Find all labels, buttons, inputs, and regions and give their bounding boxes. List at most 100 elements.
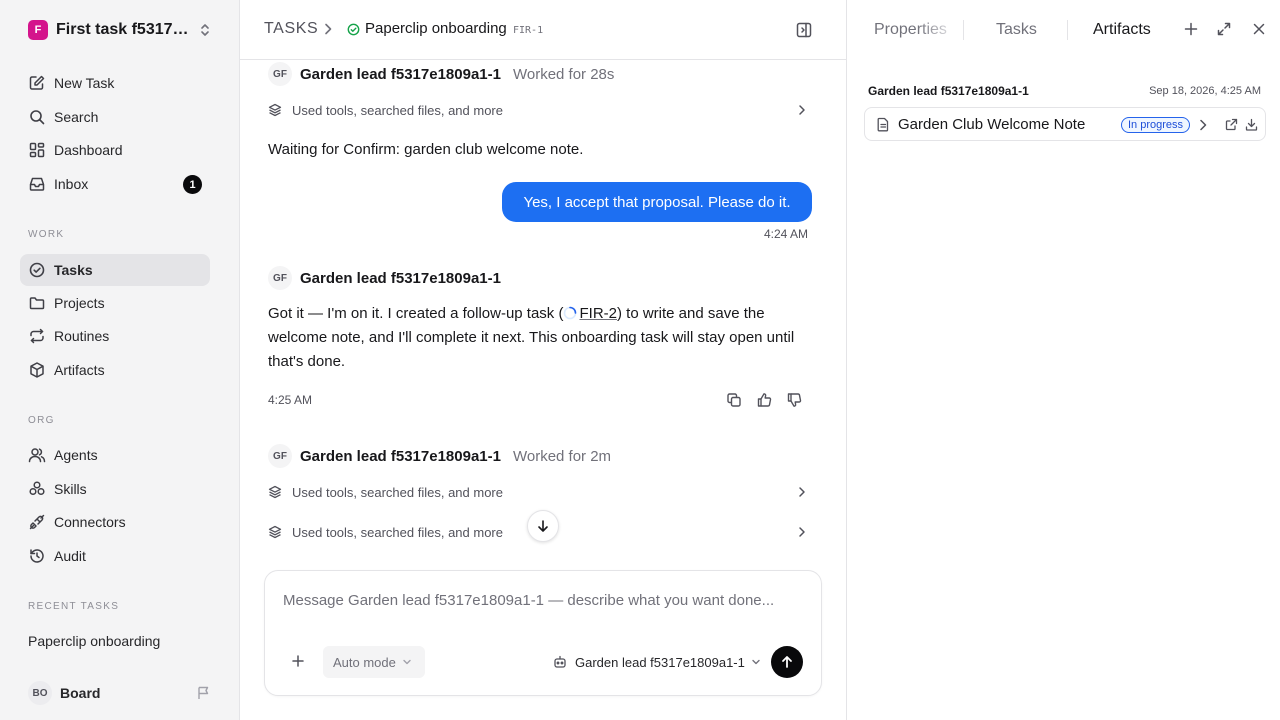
- nav-label: Artifacts: [54, 362, 105, 378]
- document-icon: [876, 117, 890, 132]
- nav-label: Audit: [54, 548, 86, 564]
- message-header: GF Garden lead f5317e1809a1-1: [268, 266, 812, 290]
- download-icon[interactable]: [1245, 118, 1258, 131]
- nav-new-task[interactable]: New Task: [20, 67, 210, 99]
- user-menu[interactable]: BO Board: [28, 681, 216, 705]
- user-name: Board: [60, 685, 101, 701]
- thumbs-up-icon[interactable]: [756, 392, 772, 408]
- page-title: Paperclip onboarding: [365, 20, 507, 37]
- tab-properties[interactable]: Properties: [874, 21, 947, 39]
- agent-select[interactable]: Garden lead f5317e1809a1-1: [553, 651, 761, 673]
- history-icon: [28, 547, 46, 565]
- tool-summary-label: Used tools, searched files, and more: [292, 102, 503, 118]
- timestamp: 4:24 AM: [763, 227, 808, 241]
- layers-icon: [268, 485, 282, 499]
- arrow-down-icon: [536, 519, 550, 533]
- nav-projects[interactable]: Projects: [20, 287, 210, 319]
- nav-label: Routines: [54, 328, 110, 344]
- scroll-to-bottom-button[interactable]: [527, 510, 559, 542]
- nav-artifacts[interactable]: Artifacts: [20, 354, 210, 386]
- panel-toggle-icon[interactable]: [795, 21, 813, 39]
- nav-search[interactable]: Search: [20, 101, 210, 133]
- tab-artifacts[interactable]: Artifacts: [1093, 21, 1151, 39]
- chevron-down-icon: [751, 657, 761, 667]
- nav-agents[interactable]: Agents: [20, 439, 210, 471]
- nav-inbox[interactable]: Inbox 1: [20, 168, 210, 200]
- status-badge: In progress: [1121, 117, 1191, 133]
- message-text: Got it — I'm on it. I created a follow-u…: [268, 302, 812, 374]
- chevron-updown-icon: [198, 22, 212, 38]
- avatar: GF: [268, 266, 292, 290]
- tool-summary-row[interactable]: Used tools, searched files, and more: [268, 480, 812, 504]
- details-panel: Properties Tasks Artifacts Garden lead f…: [846, 0, 1280, 720]
- chevron-right-icon: [796, 104, 808, 116]
- nav-skills[interactable]: Skills: [20, 473, 210, 505]
- message-header: GF Garden lead f5317e1809a1-1 Worked for…: [268, 444, 812, 468]
- author-name: Garden lead f5317e1809a1-1: [300, 65, 501, 83]
- nav-label: New Task: [54, 75, 115, 91]
- chevron-right-icon: [796, 486, 808, 498]
- nav-connectors[interactable]: Connectors: [20, 506, 210, 538]
- search-icon: [28, 108, 46, 126]
- message-text-pre: Got it — I'm on it. I created a follow-u…: [268, 305, 564, 322]
- plus-icon[interactable]: [291, 654, 305, 668]
- layers-icon: [268, 103, 282, 117]
- nav-dashboard[interactable]: Dashboard: [20, 134, 210, 166]
- send-button[interactable]: [771, 646, 803, 678]
- artifact-card[interactable]: Garden Club Welcome Note In progress: [864, 107, 1266, 141]
- author-name: Garden lead f5317e1809a1-1: [300, 447, 501, 465]
- mode-label: Auto mode: [333, 654, 396, 670]
- status-check-icon: [347, 23, 360, 36]
- expand-icon[interactable]: [1216, 21, 1232, 37]
- recent-task-item[interactable]: Paperclip onboarding: [28, 633, 160, 649]
- users-icon: [28, 446, 46, 464]
- workspace-logo: F: [28, 20, 48, 40]
- task-thread: TASKS Paperclip onboarding FIR-1 GF Gard…: [240, 0, 846, 720]
- copy-icon[interactable]: [726, 392, 742, 408]
- mode-select[interactable]: Auto mode: [323, 646, 425, 678]
- plug-icon: [28, 513, 46, 531]
- user-message-bubble: Yes, I accept that proposal. Please do i…: [502, 182, 812, 222]
- nav-label: Skills: [54, 481, 87, 497]
- avatar: GF: [268, 444, 292, 468]
- inbox-badge: 1: [183, 175, 202, 194]
- artifact-owner: Garden lead f5317e1809a1-1: [868, 84, 1029, 98]
- nav-routines[interactable]: Routines: [20, 320, 210, 352]
- dashboard-icon: [28, 141, 46, 159]
- bot-icon: [553, 655, 567, 669]
- workspace-switcher[interactable]: F First task f5317e1809a1-1: [28, 19, 216, 41]
- pencil-square-icon: [28, 74, 46, 92]
- timestamp: 4:25 AM: [268, 393, 313, 407]
- repeat-icon: [28, 327, 46, 345]
- chevron-right-icon: [796, 526, 808, 538]
- thumbs-down-icon[interactable]: [786, 392, 802, 408]
- task-link[interactable]: FIR-2: [579, 305, 617, 322]
- workspace-name: First task f5317e1809a1-1: [56, 21, 192, 38]
- folder-icon: [28, 294, 46, 312]
- chevron-right-icon: [322, 22, 334, 36]
- tab-tasks[interactable]: Tasks: [996, 21, 1037, 39]
- message-input[interactable]: Message Garden lead f5317e1809a1-1 — des…: [283, 592, 774, 609]
- agent-label: Garden lead f5317e1809a1-1: [575, 654, 745, 670]
- breadcrumb-root[interactable]: TASKS: [264, 20, 318, 38]
- artifact-date: Sep 18, 2026, 4:25 AM: [1149, 85, 1261, 97]
- tab-divider: [1067, 20, 1068, 40]
- arrow-up-icon: [780, 655, 794, 669]
- section-label-recent: RECENT TASKS: [28, 601, 120, 612]
- flag-icon[interactable]: [196, 685, 212, 701]
- sidebar: F First task f5317e1809a1-1 New Task Sea…: [0, 0, 240, 720]
- nav-audit[interactable]: Audit: [20, 540, 210, 572]
- nav-label: Agents: [54, 447, 98, 463]
- plus-icon[interactable]: [1183, 21, 1199, 37]
- chevron-right-icon[interactable]: [1197, 118, 1209, 132]
- message-text: Waiting for Confirm: garden club welcome…: [268, 141, 584, 158]
- external-link-icon[interactable]: [1225, 118, 1238, 131]
- nav-label: Inbox: [54, 176, 89, 192]
- tool-summary-label: Used tools, searched files, and more: [292, 524, 503, 540]
- worked-duration: Worked for 2m: [512, 447, 612, 465]
- tool-summary-row[interactable]: Used tools, searched files, and more: [268, 98, 812, 122]
- chevron-down-icon: [402, 657, 412, 667]
- tool-summary-label: Used tools, searched files, and more: [292, 484, 503, 500]
- nav-tasks[interactable]: Tasks: [20, 254, 210, 286]
- close-icon[interactable]: [1251, 21, 1267, 37]
